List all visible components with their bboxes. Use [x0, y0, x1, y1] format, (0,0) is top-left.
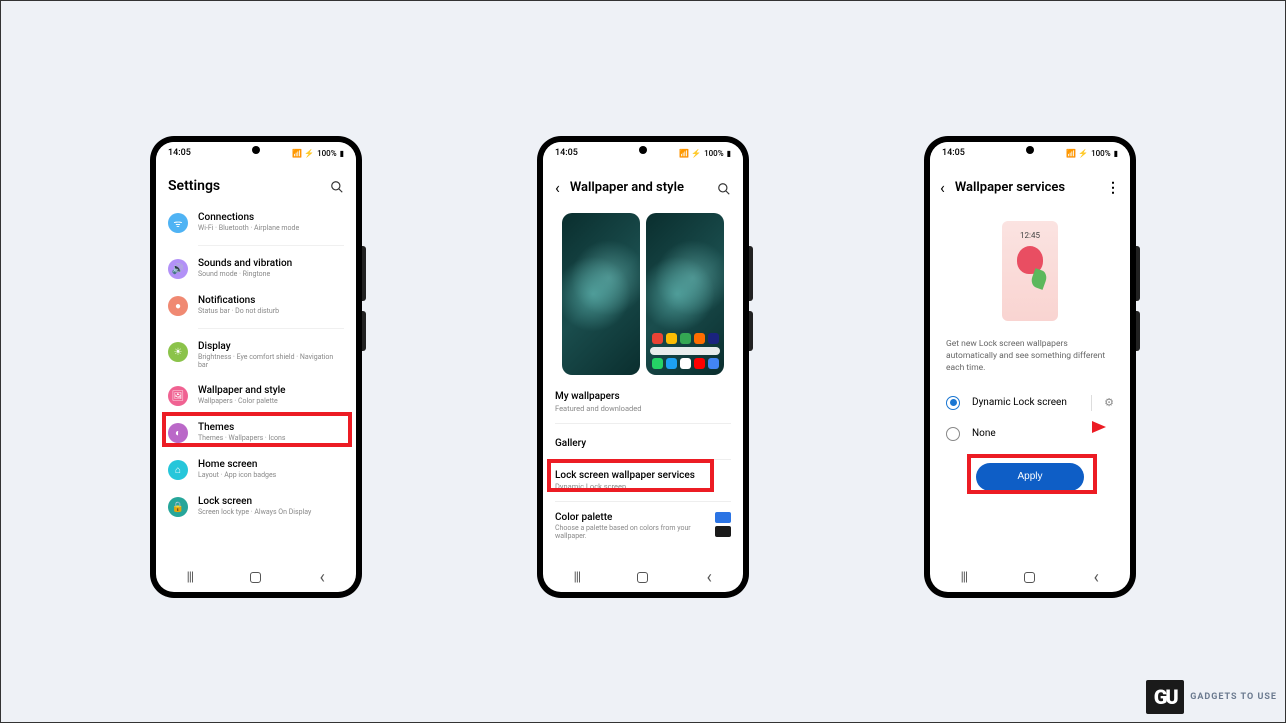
watermark-text: GADGETS TO USE	[1190, 692, 1277, 702]
signal-icon: 📶 ⚡	[292, 149, 314, 158]
settings-item-notifications[interactable]: ● Notifications Status bar · Do not dist…	[168, 287, 344, 324]
status-time: 14:05	[942, 148, 965, 158]
screen-wallpaper-services: 14:05 📶 ⚡ 100% ▮ ‹ Wallpaper services ⋮ …	[930, 142, 1130, 592]
camera-hole	[1026, 146, 1034, 154]
settings-item-wallpaper[interactable]: 🖼 Wallpaper and style Wallpapers · Color…	[168, 377, 344, 414]
screen-wallpaper-style: 14:05 📶 ⚡ 100% ▮ ‹ Wallpaper and style	[543, 142, 743, 592]
phone-2: 14:05 📶 ⚡ 100% ▮ ‹ Wallpaper and style	[537, 136, 749, 598]
nav-back-icon[interactable]	[315, 570, 329, 584]
home-preview[interactable]	[646, 213, 724, 375]
nav-back-icon[interactable]	[702, 570, 716, 584]
signal-icon: 📶 ⚡	[1066, 149, 1088, 158]
color-swatches	[715, 512, 731, 540]
wallpaper-icon: 🖼	[168, 386, 188, 406]
nav-recent-icon[interactable]	[570, 570, 584, 584]
more-icon[interactable]: ⋮	[1106, 180, 1120, 196]
radio-selected-icon	[946, 396, 960, 410]
wifi-icon: ᯤ	[168, 213, 188, 233]
status-bar: 14:05 📶 ⚡ 100% ▮	[930, 142, 1130, 164]
watermark: GU GADGETS TO USE	[1146, 680, 1277, 714]
page-title: Wallpaper services	[955, 180, 1096, 195]
wallpaper-header: ‹ Wallpaper and style	[543, 164, 743, 207]
battery-icon: ▮	[1114, 149, 1118, 158]
lock-preview[interactable]	[562, 213, 640, 375]
settings-item-display[interactable]: ☀ Display Brightness · Eye comfort shiel…	[168, 333, 344, 377]
radio-unselected-icon	[946, 427, 960, 441]
status-right: 📶 ⚡ 100% ▮	[679, 149, 731, 158]
battery-text: 100%	[1091, 149, 1111, 158]
sound-icon: 🔊	[168, 259, 188, 279]
notification-icon: ●	[168, 296, 188, 316]
settings-header: Settings	[156, 164, 356, 204]
swatch-blue	[715, 512, 731, 523]
camera-hole	[639, 146, 647, 154]
nav-home-icon[interactable]	[250, 572, 261, 583]
search-icon[interactable]	[717, 181, 731, 195]
wallpaper-previews	[543, 207, 743, 381]
gallery-label[interactable]: Gallery	[543, 428, 743, 455]
camera-hole	[252, 146, 260, 154]
lock-preview-card: 12:45	[1002, 221, 1058, 321]
preview-time: 12:45	[1020, 231, 1040, 240]
search-icon[interactable]	[330, 179, 344, 193]
color-palette-item[interactable]: Color palette Choose a palette based on …	[543, 506, 743, 550]
status-bar: 14:05 📶 ⚡ 100% ▮	[156, 142, 356, 164]
gear-icon[interactable]: ⚙	[1104, 396, 1114, 409]
page-title: Settings	[168, 178, 220, 194]
lock-screen-services[interactable]: Lock screen wallpaper services Dynamic L…	[543, 464, 743, 497]
swatch-black	[715, 526, 731, 537]
status-time: 14:05	[168, 148, 191, 158]
settings-item-connections[interactable]: ᯤ Connections Wi-Fi · Bluetooth · Airpla…	[168, 204, 344, 241]
battery-icon: ▮	[727, 149, 731, 158]
themes-icon: ◐	[168, 423, 188, 443]
my-wallpapers-label[interactable]: My wallpapers	[543, 381, 743, 404]
back-icon[interactable]: ‹	[940, 178, 945, 197]
nav-bar	[543, 562, 743, 592]
status-right: 📶 ⚡ 100% ▮	[1066, 149, 1118, 158]
display-icon: ☀	[168, 342, 188, 362]
back-icon[interactable]: ‹	[555, 178, 560, 197]
nav-bar	[156, 562, 356, 592]
screen-settings: 14:05 📶 ⚡ 100% ▮ Settings ᯤ	[156, 142, 356, 592]
lock-icon: 🔒	[168, 497, 188, 517]
info-text: Get new Lock screen wallpapers automatic…	[930, 339, 1130, 387]
settings-item-sounds[interactable]: 🔊 Sounds and vibration Sound mode · Ring…	[168, 250, 344, 287]
nav-home-icon[interactable]	[637, 572, 648, 583]
phone-1: 14:05 📶 ⚡ 100% ▮ Settings ᯤ	[150, 136, 362, 598]
battery-text: 100%	[317, 149, 337, 158]
settings-item-home[interactable]: ⌂ Home screen Layout · App icon badges	[168, 451, 344, 488]
flower-image	[1016, 246, 1044, 282]
battery-text: 100%	[704, 149, 724, 158]
nav-recent-icon[interactable]	[957, 570, 971, 584]
home-icon: ⌂	[168, 460, 188, 480]
status-time: 14:05	[555, 148, 578, 158]
status-right: 📶 ⚡ 100% ▮	[292, 149, 344, 158]
apply-button[interactable]: Apply	[976, 463, 1084, 491]
watermark-logo: GU	[1146, 680, 1184, 714]
battery-icon: ▮	[340, 149, 344, 158]
settings-item-lock[interactable]: 🔒 Lock screen Screen lock type · Always …	[168, 488, 344, 525]
phone-3: 14:05 📶 ⚡ 100% ▮ ‹ Wallpaper services ⋮ …	[924, 136, 1136, 598]
phones-row: 14:05 📶 ⚡ 100% ▮ Settings ᯤ	[1, 136, 1285, 598]
radio-dynamic[interactable]: Dynamic Lock screen ⚙	[930, 387, 1130, 419]
settings-item-themes[interactable]: ◐ Themes Themes · Wallpapers · Icons	[168, 414, 344, 451]
my-wallpapers-sub: Featured and downloaded	[543, 404, 743, 419]
nav-bar	[930, 562, 1130, 592]
nav-home-icon[interactable]	[1024, 572, 1035, 583]
page-title: Wallpaper and style	[570, 180, 707, 195]
settings-list: ᯤ Connections Wi-Fi · Bluetooth · Airpla…	[156, 204, 356, 525]
nav-back-icon[interactable]	[1089, 570, 1103, 584]
nav-recent-icon[interactable]	[183, 570, 197, 584]
status-bar: 14:05 📶 ⚡ 100% ▮	[543, 142, 743, 164]
signal-icon: 📶 ⚡	[679, 149, 701, 158]
services-header: ‹ Wallpaper services ⋮	[930, 164, 1130, 207]
